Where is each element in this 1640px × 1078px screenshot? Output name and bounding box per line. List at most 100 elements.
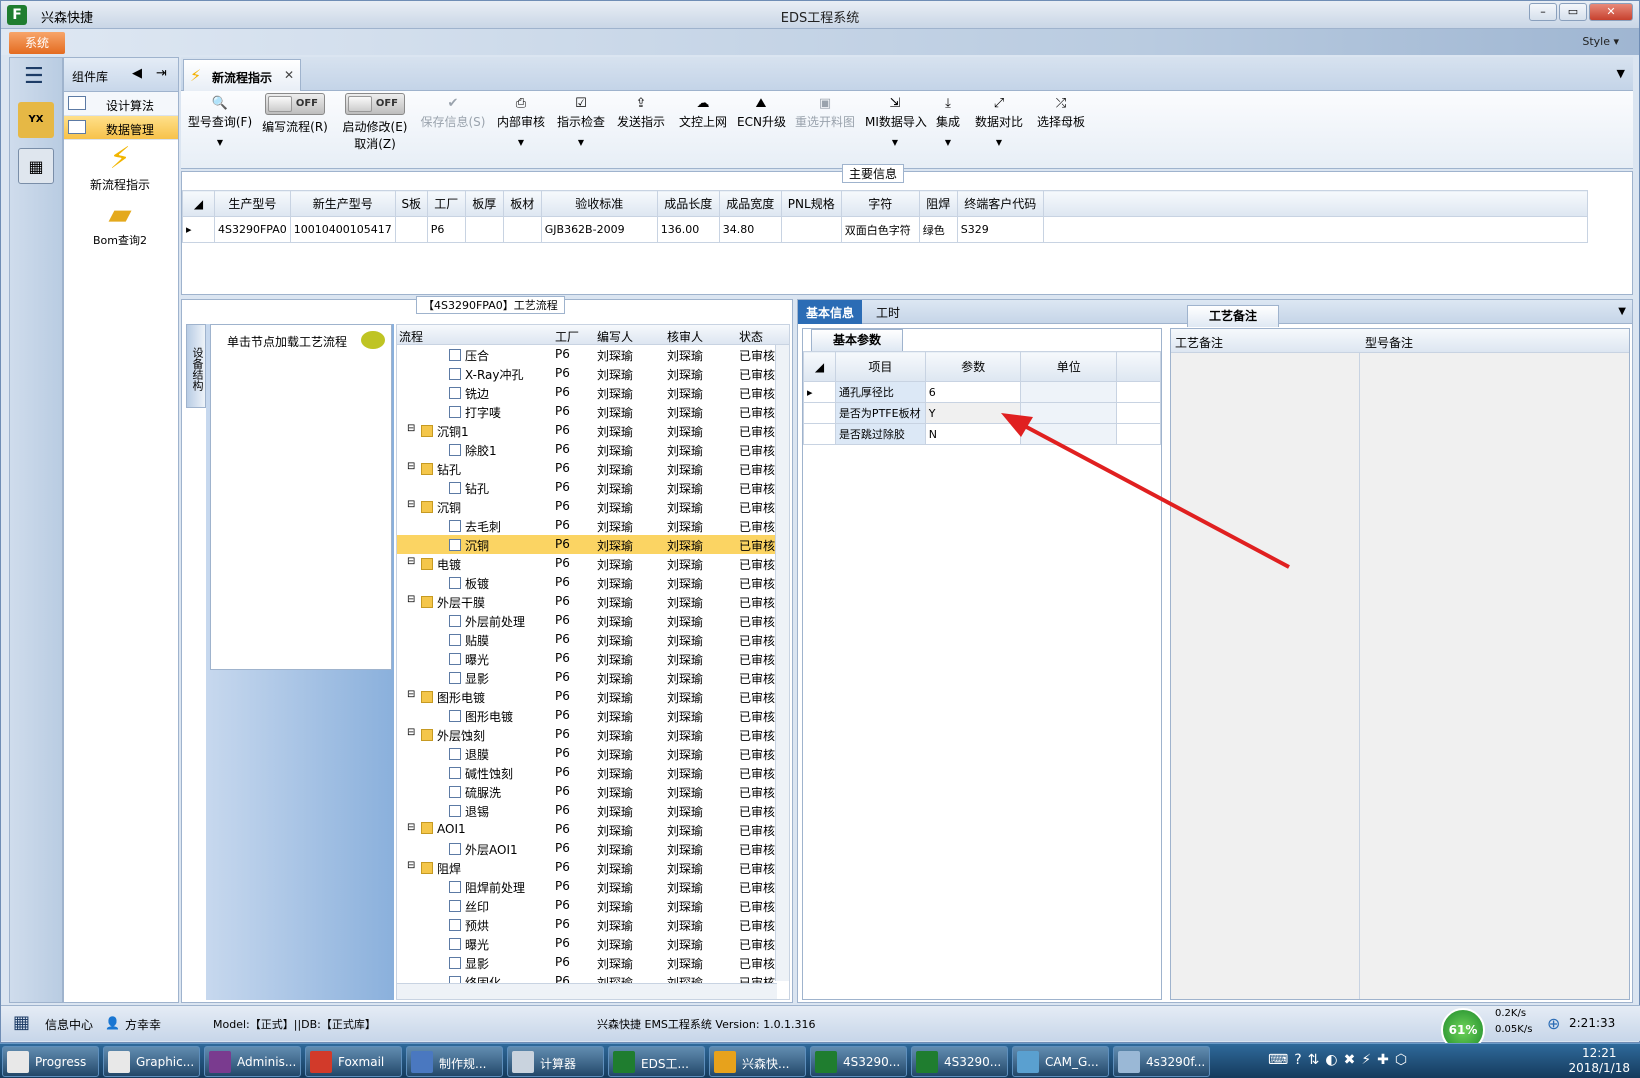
tree-row[interactable]: 贴膜 P6 刘琛瑜 刘琛瑜 已审核 [397, 630, 777, 649]
tree-row[interactable]: 碱性蚀刻 P6 刘琛瑜 刘琛瑜 已审核 [397, 763, 777, 782]
taskbar-item[interactable]: 制作规... [406, 1046, 503, 1077]
expand-icon[interactable]: ⊟ [407, 689, 415, 700]
model-query-button[interactable]: 🔍 型号查询(F) ▼ [185, 91, 255, 167]
tree-row[interactable]: 阻焊前处理 P6 刘琛瑜 刘琛瑜 已审核 [397, 877, 777, 896]
mi-import-button[interactable]: ⇲ MI数据导入 ▼ [865, 91, 927, 167]
col-flow[interactable]: 流程 [399, 328, 423, 345]
tab-process-notes[interactable]: 工艺备注 [1187, 305, 1279, 327]
side-tab-equipment-structure[interactable]: 设备结构 [186, 324, 206, 408]
tree-row[interactable]: ⊟ 钻孔 P6 刘琛瑜 刘琛瑜 已审核 [397, 459, 777, 478]
col-header[interactable]: 成品长度 [656, 190, 720, 217]
calculator-module-icon[interactable]: ▦ [18, 148, 54, 184]
tree-row[interactable]: 终固化 P6 刘琛瑜 刘琛瑜 已审核 [397, 972, 777, 983]
col-header[interactable]: PNL规格 [780, 190, 842, 217]
hamburger-icon[interactable]: ☰ [24, 66, 48, 88]
col-header[interactable]: 终端客户代码 [956, 190, 1044, 217]
chevron-down-icon[interactable]: ▼ [1618, 306, 1626, 317]
table-cell[interactable]: GJB362B-2009 [540, 216, 658, 243]
expand-icon[interactable]: ⊟ [407, 822, 415, 833]
tree-row[interactable]: ⊟ 图形电镀 P6 刘琛瑜 刘琛瑜 已审核 [397, 687, 777, 706]
col-header[interactable]: 字符 [840, 190, 920, 217]
taskbar-item[interactable]: 4S3290... [911, 1046, 1008, 1077]
col-model-notes[interactable]: 型号备注 [1365, 334, 1413, 351]
table-cell[interactable]: 136.00 [656, 216, 720, 243]
style-dropdown[interactable]: Style ▾ [1582, 35, 1619, 48]
tree-row[interactable]: 显影 P6 刘琛瑜 刘琛瑜 已审核 [397, 668, 777, 687]
table-cell[interactable]: 34.80 [718, 216, 782, 243]
tree-row[interactable]: 钻孔 P6 刘琛瑜 刘琛瑜 已审核 [397, 478, 777, 497]
table-row[interactable]: ▸ 通孔厚径比 6 [803, 381, 1161, 403]
col-status[interactable]: 状态 [739, 328, 763, 345]
internal-review-button[interactable]: ⎙ 内部审核 ▼ [495, 91, 547, 167]
tree-row[interactable]: 退膜 P6 刘琛瑜 刘琛瑜 已审核 [397, 744, 777, 763]
expand-icon[interactable]: ⊟ [407, 727, 415, 738]
table-cell[interactable]: 绿色 [918, 216, 958, 243]
ecn-upgrade-button[interactable]: ⛰ ECN升级 [737, 91, 786, 167]
integrate-button[interactable]: ⤓ 集成 ▼ [931, 91, 965, 167]
expand-icon[interactable]: ⊟ [407, 499, 415, 510]
table-cell[interactable]: 4S3290FPA0 [214, 216, 291, 243]
tree-row[interactable]: 压合 P6 刘琛瑜 刘琛瑜 已审核 [397, 345, 777, 364]
expand-icon[interactable]: ⊟ [407, 594, 415, 605]
data-compare-button[interactable]: ⤢ 数据对比 ▼ [973, 91, 1025, 167]
taskbar-item[interactable]: 计算器 [507, 1046, 604, 1077]
col-param[interactable]: 参数 [924, 351, 1022, 382]
col-item[interactable]: 项目 [834, 351, 926, 382]
expand-icon[interactable]: ⊟ [407, 860, 415, 871]
col-header[interactable]: 验收标准 [540, 190, 658, 217]
col-unit[interactable]: 单位 [1020, 351, 1118, 382]
clock[interactable]: 12:21 2018/1/18 [1568, 1046, 1630, 1076]
tab-basic-info[interactable]: 基本信息 [798, 300, 863, 324]
tree-row[interactable]: ⊟ 沉铜 P6 刘琛瑜 刘琛瑜 已审核 [397, 497, 777, 516]
table-cell[interactable] [394, 216, 428, 243]
toggle-switch[interactable]: OFF [265, 93, 325, 115]
system-tray-icons[interactable]: ⌨?⇅◐✖⚡✚⬡ [1268, 1052, 1413, 1068]
tree-row[interactable]: 打字唛 P6 刘琛瑜 刘琛瑜 已审核 [397, 402, 777, 421]
shortcut-new-flow[interactable]: ⚡ 新流程指示 [70, 142, 170, 193]
shortcut-bom-query[interactable]: ▰ Bom查询2 [70, 198, 170, 248]
expand-icon[interactable]: ⊟ [407, 556, 415, 567]
system-menu-button[interactable]: 系统 [9, 32, 65, 54]
comp-item-data-management[interactable]: 数据管理 [64, 116, 178, 140]
taskbar-item[interactable]: Foxmail [305, 1046, 402, 1077]
close-tab-icon[interactable]: ✕ [284, 68, 294, 82]
close-button[interactable]: ✕ [1589, 3, 1633, 21]
tab-work-hours[interactable]: 工时 [868, 300, 908, 324]
col-header[interactable]: 板厚 [464, 190, 504, 217]
tree-row[interactable]: 外层AOI1 P6 刘琛瑜 刘琛瑜 已审核 [397, 839, 777, 858]
col-header[interactable]: 工厂 [426, 190, 466, 217]
reselect-drawing-button[interactable]: ▣ 重选开料图 [793, 91, 857, 167]
tree-row[interactable]: 板镀 P6 刘琛瑜 刘琛瑜 已审核 [397, 573, 777, 592]
col-header[interactable]: 生产型号 [214, 190, 291, 217]
tree-row[interactable]: 曝光 P6 刘琛瑜 刘琛瑜 已审核 [397, 934, 777, 953]
tab-new-flow[interactable]: ⚡ 新流程指示 ✕ [183, 59, 301, 91]
col-process-notes[interactable]: 工艺备注 [1175, 334, 1223, 351]
col-reviewer[interactable]: 核审人 [667, 328, 703, 345]
tree-row[interactable]: ⊟ 电镀 P6 刘琛瑜 刘琛瑜 已审核 [397, 554, 777, 573]
taskbar-item[interactable]: EDS工... [608, 1046, 705, 1077]
taskbar-item[interactable]: 4S3290... [810, 1046, 907, 1077]
comp-item-design-algorithm[interactable]: 设计算法 [64, 92, 178, 116]
tree-row[interactable]: 沉铜 P6 刘琛瑜 刘琛瑜 已审核 [397, 535, 777, 554]
table-cell[interactable]: S329 [956, 216, 1044, 243]
tree-row[interactable]: 丝印 P6 刘琛瑜 刘琛瑜 已审核 [397, 896, 777, 915]
toggle-switch[interactable]: OFF [345, 93, 405, 115]
select-master-button[interactable]: ⤮ 选择母板 [1033, 91, 1089, 167]
tree-row[interactable]: 显影 P6 刘琛瑜 刘琛瑜 已审核 [397, 953, 777, 972]
horizontal-scrollbar[interactable] [397, 983, 777, 999]
tree-row[interactable]: 硫脲洗 P6 刘琛瑜 刘琛瑜 已审核 [397, 782, 777, 801]
col-header[interactable]: 成品宽度 [718, 190, 782, 217]
maximize-button[interactable]: ▭ [1559, 3, 1587, 21]
expand-icon[interactable]: ⊟ [407, 423, 415, 434]
param-value[interactable]: 6 [924, 381, 1022, 403]
tree-row[interactable]: X-Ray冲孔 P6 刘琛瑜 刘琛瑜 已审核 [397, 364, 777, 383]
tree-row[interactable]: 铣边 P6 刘琛瑜 刘琛瑜 已审核 [397, 383, 777, 402]
tree-row[interactable]: ⊟ 外层干膜 P6 刘琛瑜 刘琛瑜 已审核 [397, 592, 777, 611]
tree-row[interactable]: 退锡 P6 刘琛瑜 刘琛瑜 已审核 [397, 801, 777, 820]
tree-row[interactable]: ⊟ 阻焊 P6 刘琛瑜 刘琛瑜 已审核 [397, 858, 777, 877]
tree-row[interactable]: 预烘 P6 刘琛瑜 刘琛瑜 已审核 [397, 915, 777, 934]
start-edit-toggle[interactable]: OFF 启动修改(E) 取消(Z) [339, 91, 411, 167]
tree-row[interactable]: 曝光 P6 刘琛瑜 刘琛瑜 已审核 [397, 649, 777, 668]
tree-row[interactable]: ⊟ 沉铜1 P6 刘琛瑜 刘琛瑜 已审核 [397, 421, 777, 440]
tree-row[interactable]: ⊟ AOI1 P6 刘琛瑜 刘琛瑜 已审核 [397, 820, 777, 839]
